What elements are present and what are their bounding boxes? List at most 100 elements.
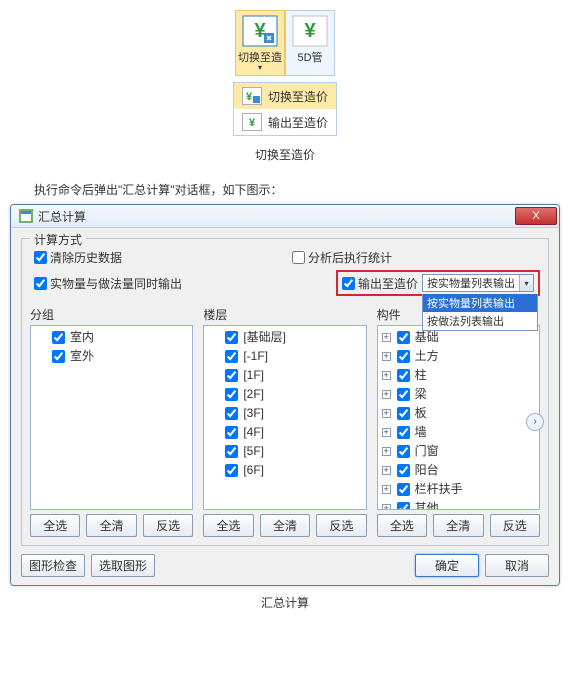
caption-dialog: 汇总计算 [10, 594, 560, 611]
dropdown-output-label: 输出至造价 [268, 114, 328, 131]
item-checkbox[interactable] [225, 464, 238, 477]
floor-clear-all-button[interactable]: 全清 [260, 514, 310, 537]
item-checkbox[interactable] [225, 426, 238, 439]
group-invert-button[interactable]: 反选 [143, 514, 193, 537]
item-checkbox[interactable] [52, 350, 65, 363]
list-item[interactable]: + 土方 [380, 347, 537, 366]
list-item[interactable]: [3F] [206, 404, 363, 423]
item-checkbox[interactable] [397, 426, 410, 439]
ribbon-dropdown-menu: ¥ 切换至造价 ¥ 输出至造价 [233, 82, 337, 136]
floor-select-all-button[interactable]: 全选 [203, 514, 253, 537]
item-label: 基础 [415, 330, 439, 345]
list-item[interactable]: [6F] [206, 461, 363, 480]
expand-icon[interactable]: + [382, 466, 391, 475]
calc-method-fieldset: 计算方式 清除历史数据 分析后执行统计 实 [21, 238, 549, 546]
close-button[interactable]: X [515, 207, 557, 225]
dropdown-item-output-to-cost[interactable]: ¥ 输出至造价 [234, 109, 336, 135]
ribbon-5d-button[interactable]: ¥ 5D管 [285, 10, 335, 76]
item-checkbox[interactable] [225, 350, 238, 363]
list-item[interactable]: + 阳台 [380, 461, 537, 480]
list-item[interactable]: [2F] [206, 385, 363, 404]
item-checkbox[interactable] [397, 483, 410, 496]
expand-icon[interactable]: + [382, 504, 391, 510]
clear-history-checkbox[interactable]: 清除历史数据 [34, 249, 122, 266]
ribbon-switch-to-cost-button[interactable]: ¥ 切换至造价 ▾ [235, 10, 285, 76]
list-item[interactable]: +门窗 [380, 442, 537, 461]
dropdown-item-switch-to-cost[interactable]: ¥ 切换至造价 [234, 83, 336, 109]
expand-icon[interactable]: + [382, 409, 391, 418]
list-item[interactable]: +墙 [380, 423, 537, 442]
component-clear-all-button[interactable]: 全清 [433, 514, 483, 537]
list-item[interactable]: [-1F] [206, 347, 363, 366]
phys-method-checkbox[interactable]: 实物量与做法量同时输出 [34, 275, 182, 292]
component-select-all-button[interactable]: 全选 [377, 514, 427, 537]
item-checkbox[interactable] [397, 407, 410, 420]
graphic-check-button[interactable]: 图形检查 [21, 554, 85, 577]
item-label: [5F] [243, 444, 264, 459]
floor-listbox[interactable]: [基础层][-1F] [1F] [2F][3F][4F] [5F] [6F] [203, 325, 366, 510]
output-mode-combobox[interactable]: 按实物量列表输出 ▾ [422, 274, 534, 292]
group-clear-all-button[interactable]: 全清 [86, 514, 136, 537]
caption-ribbon: 切换至造价 [10, 146, 560, 163]
item-checkbox[interactable] [52, 331, 65, 344]
list-item[interactable]: [4F] [206, 423, 363, 442]
expand-icon[interactable]: + [382, 428, 391, 437]
phys-method-input[interactable] [34, 277, 47, 290]
list-item[interactable]: 室外 [33, 347, 190, 366]
expand-icon[interactable]: + [382, 333, 391, 342]
expand-icon[interactable]: + [382, 390, 391, 399]
select-graphic-button[interactable]: 选取图形 [91, 554, 155, 577]
svg-text:¥: ¥ [304, 20, 316, 42]
output-to-cost-input[interactable] [342, 277, 355, 290]
list-item[interactable]: [5F] [206, 442, 363, 461]
yuan-icon: ¥ [242, 15, 278, 47]
expand-side-button[interactable]: › [526, 413, 544, 431]
combo-selected-text: 按实物量列表输出 [423, 275, 519, 291]
yuan-switch-icon: ¥ [242, 87, 262, 105]
item-checkbox[interactable] [397, 388, 410, 401]
expand-icon[interactable]: + [382, 352, 391, 361]
list-item[interactable]: +梁 [380, 385, 537, 404]
item-checkbox[interactable] [397, 445, 410, 458]
list-item[interactable]: +板 [380, 404, 537, 423]
expand-icon[interactable]: + [382, 447, 391, 456]
item-label: 阳台 [415, 463, 439, 478]
component-listbox[interactable]: +基础+土方+柱+梁+板+墙+门窗+阳台+栏杆扶手+其他+楼梯+装饰 [377, 325, 540, 510]
component-invert-button[interactable]: 反选 [490, 514, 540, 537]
clear-history-input[interactable] [34, 251, 47, 264]
item-checkbox[interactable] [397, 369, 410, 382]
item-label: [1F] [243, 368, 264, 383]
combo-option[interactable]: 按做法列表输出 [423, 312, 537, 330]
list-item[interactable]: [基础层] [206, 328, 363, 347]
list-item[interactable]: +柱 [380, 366, 537, 385]
list-item[interactable]: +其他 [380, 499, 537, 510]
group-listbox[interactable]: 室内室外 [30, 325, 193, 510]
analysis-stat-checkbox[interactable]: 分析后执行统计 [292, 249, 392, 266]
cancel-button[interactable]: 取消 [485, 554, 549, 577]
item-checkbox[interactable] [225, 331, 238, 344]
analysis-stat-input[interactable] [292, 251, 305, 264]
item-checkbox[interactable] [397, 350, 410, 363]
expand-icon[interactable]: + [382, 485, 391, 494]
ok-button[interactable]: 确定 [415, 554, 479, 577]
expand-icon[interactable]: + [382, 371, 391, 380]
item-label: 栏杆扶手 [415, 482, 463, 497]
dropdown-switch-label: 切换至造价 [268, 88, 328, 105]
item-checkbox[interactable] [225, 407, 238, 420]
list-item[interactable]: [1F] [206, 366, 363, 385]
list-item[interactable]: + 栏杆扶手 [380, 480, 537, 499]
output-to-cost-checkbox[interactable]: 输出至造价 [342, 275, 418, 292]
group-select-all-button[interactable]: 全选 [30, 514, 80, 537]
floor-invert-button[interactable]: 反选 [316, 514, 366, 537]
item-checkbox[interactable] [225, 445, 238, 458]
item-checkbox[interactable] [225, 388, 238, 401]
item-checkbox[interactable] [225, 369, 238, 382]
item-label: 室外 [70, 349, 94, 364]
item-label: 墙 [415, 425, 427, 440]
list-item[interactable]: 室内 [33, 328, 190, 347]
combo-option[interactable]: 按实物量列表输出 [423, 294, 537, 312]
item-checkbox[interactable] [397, 331, 410, 344]
item-checkbox[interactable] [397, 502, 410, 510]
item-label: 土方 [415, 349, 439, 364]
item-checkbox[interactable] [397, 464, 410, 477]
